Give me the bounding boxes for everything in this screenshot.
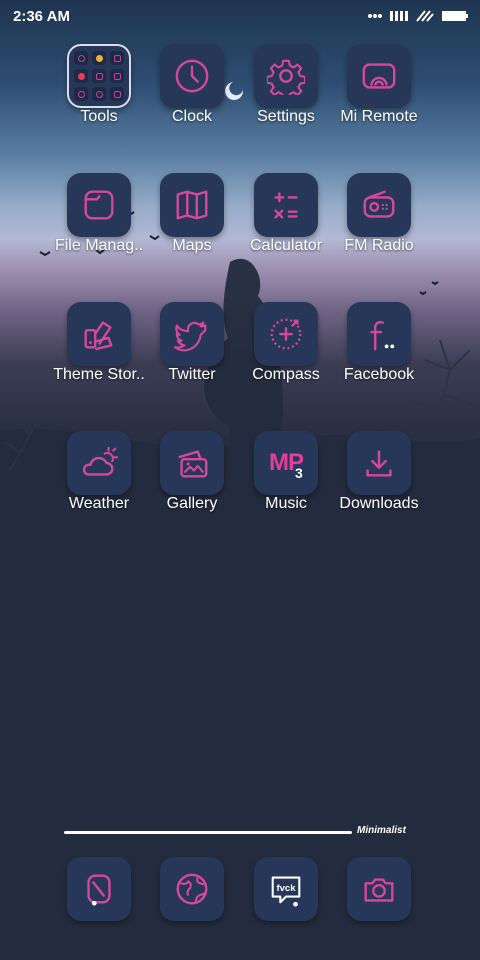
theme-store-tile[interactable]	[67, 302, 131, 366]
more-dots-icon	[368, 14, 382, 18]
battery-icon	[442, 11, 468, 21]
app-tools[interactable]: Tools	[53, 44, 145, 154]
gallery-tile[interactable]	[160, 431, 224, 495]
app-label: FM Radio	[344, 237, 414, 254]
weather-cloud-sun-icon	[82, 446, 118, 476]
downloads-tile[interactable]	[347, 431, 411, 495]
radio-icon	[363, 190, 395, 218]
music-tile[interactable]: MP 3	[254, 431, 318, 495]
app-label: Facebook	[343, 366, 415, 383]
fm-radio-tile[interactable]	[347, 173, 411, 237]
messaging-icon: fvck	[271, 876, 301, 907]
dock-camera[interactable]	[347, 857, 411, 921]
facebook-icon	[370, 320, 395, 351]
file-manager-tile[interactable]	[67, 173, 131, 237]
app-gallery[interactable]: Gallery	[146, 431, 238, 541]
clock-icon	[175, 59, 209, 93]
tools-folder-tile[interactable]	[67, 44, 131, 108]
app-downloads[interactable]: Downloads	[333, 431, 425, 541]
mp3-glyph-sub: 3	[295, 465, 303, 481]
calculator-icon	[274, 192, 298, 219]
status-bar: 2:36 AM	[0, 0, 480, 34]
mi-remote-tile[interactable]	[347, 44, 411, 108]
app-label: Mi Remote	[340, 108, 418, 125]
music-mp3-icon: MP 3	[269, 449, 304, 481]
app-mi-remote[interactable]: Mi Remote	[333, 44, 425, 154]
camera-tile[interactable]	[347, 857, 411, 921]
folder-icon	[84, 190, 114, 220]
app-label: Downloads	[339, 495, 419, 512]
folder-tools-icon	[74, 51, 124, 101]
messaging-tile[interactable]: fvck	[254, 857, 318, 921]
compass-icon	[270, 318, 302, 350]
map-icon	[176, 190, 208, 220]
wifi-icon	[416, 10, 434, 22]
app-clock[interactable]: Clock	[146, 44, 238, 154]
facebook-tile[interactable]	[347, 302, 411, 366]
app-weather[interactable]: Weather	[53, 431, 145, 541]
phone-icon	[87, 874, 111, 906]
palette-icon	[84, 321, 113, 351]
app-maps[interactable]: Maps	[146, 173, 238, 283]
browser-tile[interactable]	[160, 857, 224, 921]
messaging-icon-text: fvck	[276, 883, 296, 894]
clock-tile[interactable]	[160, 44, 224, 108]
download-icon	[366, 450, 392, 477]
calculator-tile[interactable]	[254, 173, 318, 237]
gallery-icon	[178, 450, 208, 478]
page-indicator-bar	[64, 831, 352, 834]
maps-tile[interactable]	[160, 173, 224, 237]
app-facebook[interactable]: Facebook	[333, 302, 425, 412]
dock-messaging[interactable]: fvck	[254, 857, 318, 921]
twitter-bird-icon	[173, 321, 207, 352]
app-calculator[interactable]: Calculator	[240, 173, 332, 283]
dock-phone[interactable]	[67, 857, 131, 921]
settings-tile[interactable]	[254, 44, 318, 108]
app-file-manager[interactable]: File Manag..	[53, 173, 145, 283]
gear-icon	[267, 59, 305, 95]
app-fm-radio[interactable]: FM Radio	[333, 173, 425, 283]
globe-browser-icon	[176, 873, 208, 905]
app-twitter[interactable]: Twitter	[146, 302, 238, 412]
app-music[interactable]: MP 3 Music	[240, 431, 332, 541]
app-compass[interactable]: Compass	[240, 302, 332, 412]
page-indicator-label: Minimalist	[357, 825, 406, 836]
remote-cast-icon	[362, 63, 396, 89]
dock-browser[interactable]	[160, 857, 224, 921]
phone-tile[interactable]	[67, 857, 131, 921]
app-settings[interactable]: Settings	[240, 44, 332, 154]
camera-icon	[364, 878, 394, 902]
twitter-tile[interactable]	[160, 302, 224, 366]
compass-tile[interactable]	[254, 302, 318, 366]
status-time: 2:36 AM	[13, 8, 70, 25]
weather-tile[interactable]	[67, 431, 131, 495]
app-theme-store[interactable]: Theme Stor..	[53, 302, 145, 412]
status-icons	[368, 10, 468, 22]
signal-icon	[390, 11, 408, 21]
